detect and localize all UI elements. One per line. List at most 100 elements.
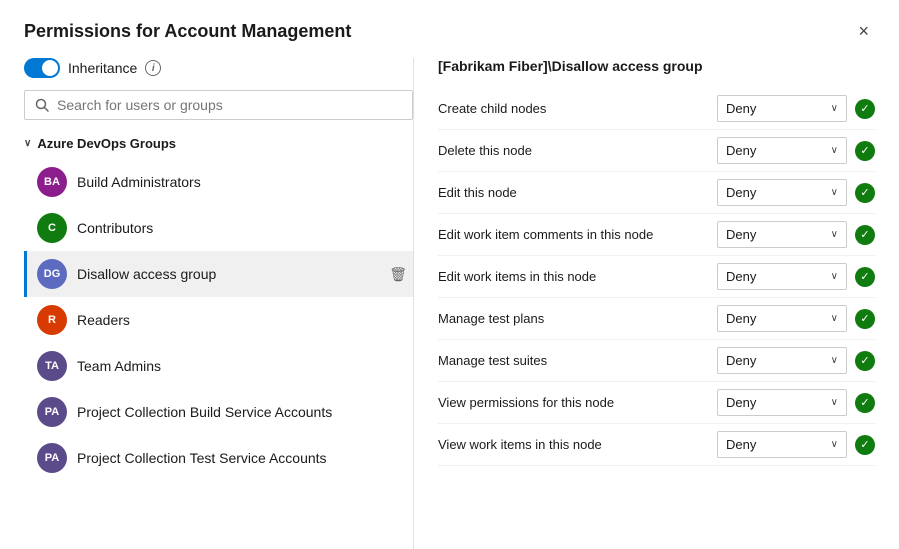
permissions-dialog: Permissions for Account Management × Inh… — [0, 0, 899, 549]
avatar-ta: TA — [37, 351, 67, 381]
permission-value-1: Deny — [726, 143, 756, 158]
permission-label-2: Edit this node — [438, 185, 717, 200]
group-item-ba[interactable]: BA Build Administrators — [24, 159, 413, 205]
delete-icon[interactable]: 🗑 — [389, 266, 407, 283]
groups-list: BA Build Administrators C Contributors D… — [24, 159, 413, 549]
permission-select-5[interactable]: Deny ∨ — [717, 305, 847, 332]
inheritance-label: Inheritance — [68, 60, 137, 76]
permission-row-5: Manage test plans Deny ∨ ✓ — [438, 298, 875, 340]
chevron-down-icon: ∨ — [831, 439, 838, 450]
permission-select-wrapper-6: Deny ∨ ✓ — [717, 347, 875, 374]
search-box[interactable] — [24, 90, 413, 120]
permission-label-4: Edit work items in this node — [438, 269, 717, 284]
permission-check-icon-6: ✓ — [855, 351, 875, 371]
selected-group-title: [Fabrikam Fiber]\Disallow access group — [438, 58, 875, 74]
group-name-pa1: Project Collection Build Service Account… — [77, 404, 407, 420]
left-panel: Inheritance i ∨ Azure DevOps Groups BA B… — [24, 58, 414, 549]
permission-label-3: Edit work item comments in this node — [438, 227, 717, 242]
chevron-down-icon: ∨ — [831, 103, 838, 114]
permission-check-icon-1: ✓ — [855, 141, 875, 161]
permission-select-3[interactable]: Deny ∨ — [717, 221, 847, 248]
chevron-down-icon: ∨ — [831, 187, 838, 198]
permission-check-icon-7: ✓ — [855, 393, 875, 413]
group-item-pa1[interactable]: PA Project Collection Build Service Acco… — [24, 389, 413, 435]
permission-row-4: Edit work items in this node Deny ∨ ✓ — [438, 256, 875, 298]
chevron-down-icon: ∨ — [24, 138, 31, 149]
group-name-ba: Build Administrators — [77, 174, 407, 190]
info-icon[interactable]: i — [145, 60, 161, 76]
group-name-c: Contributors — [77, 220, 407, 236]
permission-select-0[interactable]: Deny ∨ — [717, 95, 847, 122]
permission-select-wrapper-8: Deny ∨ ✓ — [717, 431, 875, 458]
avatar-pa2: PA — [37, 443, 67, 473]
permission-row-1: Delete this node Deny ∨ ✓ — [438, 130, 875, 172]
avatar-ba: BA — [37, 167, 67, 197]
permission-check-icon-3: ✓ — [855, 225, 875, 245]
chevron-down-icon: ∨ — [831, 271, 838, 282]
group-item-ta[interactable]: TA Team Admins — [24, 343, 413, 389]
toggle-knob — [42, 60, 58, 76]
group-item-pa2[interactable]: PA Project Collection Test Service Accou… — [24, 435, 413, 481]
group-item-dg[interactable]: DG Disallow access group 🗑 — [24, 251, 413, 297]
chevron-down-icon: ∨ — [831, 313, 838, 324]
dialog-header: Permissions for Account Management × — [24, 20, 875, 42]
permission-label-8: View work items in this node — [438, 437, 717, 452]
group-name-r: Readers — [77, 312, 407, 328]
permission-select-8[interactable]: Deny ∨ — [717, 431, 847, 458]
chevron-down-icon: ∨ — [831, 145, 838, 156]
permission-select-wrapper-3: Deny ∨ ✓ — [717, 221, 875, 248]
chevron-down-icon: ∨ — [831, 397, 838, 408]
avatar-c: C — [37, 213, 67, 243]
dialog-body: Inheritance i ∨ Azure DevOps Groups BA B… — [24, 58, 875, 549]
permission-value-3: Deny — [726, 227, 756, 242]
right-panel: [Fabrikam Fiber]\Disallow access group C… — [414, 58, 875, 549]
permission-select-6[interactable]: Deny ∨ — [717, 347, 847, 374]
search-icon — [35, 98, 49, 112]
permission-label-7: View permissions for this node — [438, 395, 717, 410]
search-input[interactable] — [57, 97, 402, 113]
permission-value-2: Deny — [726, 185, 756, 200]
permission-row-0: Create child nodes Deny ∨ ✓ — [438, 88, 875, 130]
permission-label-0: Create child nodes — [438, 101, 717, 116]
permission-value-8: Deny — [726, 437, 756, 452]
permission-row-7: View permissions for this node Deny ∨ ✓ — [438, 382, 875, 424]
permission-select-wrapper-7: Deny ∨ ✓ — [717, 389, 875, 416]
permission-select-wrapper-0: Deny ∨ ✓ — [717, 95, 875, 122]
permission-label-5: Manage test plans — [438, 311, 717, 326]
permission-select-wrapper-4: Deny ∨ ✓ — [717, 263, 875, 290]
group-section-header[interactable]: ∨ Azure DevOps Groups — [24, 132, 413, 159]
group-item-r[interactable]: R Readers — [24, 297, 413, 343]
permission-check-icon-0: ✓ — [855, 99, 875, 119]
chevron-down-icon: ∨ — [831, 229, 838, 240]
permission-select-4[interactable]: Deny ∨ — [717, 263, 847, 290]
group-name-dg: Disallow access group — [77, 266, 379, 282]
permission-value-5: Deny — [726, 311, 756, 326]
permission-row-6: Manage test suites Deny ∨ ✓ — [438, 340, 875, 382]
inheritance-row: Inheritance i — [24, 58, 413, 78]
permission-row-3: Edit work item comments in this node Den… — [438, 214, 875, 256]
permission-row-2: Edit this node Deny ∨ ✓ — [438, 172, 875, 214]
permission-check-icon-8: ✓ — [855, 435, 875, 455]
permission-check-icon-4: ✓ — [855, 267, 875, 287]
inheritance-toggle[interactable] — [24, 58, 60, 78]
permission-select-2[interactable]: Deny ∨ — [717, 179, 847, 206]
permission-label-1: Delete this node — [438, 143, 717, 158]
group-name-ta: Team Admins — [77, 358, 407, 374]
permission-check-icon-5: ✓ — [855, 309, 875, 329]
chevron-down-icon: ∨ — [831, 355, 838, 366]
permission-label-6: Manage test suites — [438, 353, 717, 368]
permission-select-wrapper-5: Deny ∨ ✓ — [717, 305, 875, 332]
avatar-r: R — [37, 305, 67, 335]
avatar-pa1: PA — [37, 397, 67, 427]
permission-value-6: Deny — [726, 353, 756, 368]
avatar-dg: DG — [37, 259, 67, 289]
dialog-title: Permissions for Account Management — [24, 21, 351, 42]
permission-select-1[interactable]: Deny ∨ — [717, 137, 847, 164]
permission-select-wrapper-2: Deny ∨ ✓ — [717, 179, 875, 206]
close-button[interactable]: × — [852, 20, 875, 42]
group-item-c[interactable]: C Contributors — [24, 205, 413, 251]
permission-select-wrapper-1: Deny ∨ ✓ — [717, 137, 875, 164]
permission-value-4: Deny — [726, 269, 756, 284]
permission-check-icon-2: ✓ — [855, 183, 875, 203]
permission-select-7[interactable]: Deny ∨ — [717, 389, 847, 416]
